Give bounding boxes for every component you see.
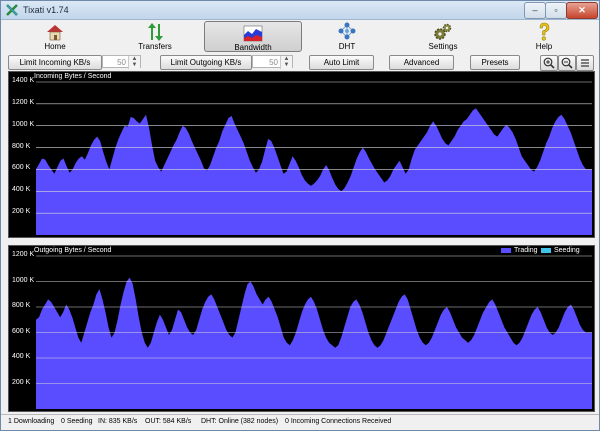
close-button[interactable]: ✕ <box>566 2 598 19</box>
incoming-y-tick-label: 600 K <box>12 164 31 172</box>
spinner-arrows-icon[interactable]: ▲ ▼ <box>280 56 292 69</box>
outgoing-y-tick-label: 400 K <box>12 353 31 360</box>
toolbar-label-home: Home <box>44 42 66 51</box>
status-seeding: 0 Seeding <box>61 418 93 425</box>
legend-seeding-label: Seeding <box>554 247 580 254</box>
limit-incoming-value: 50 <box>117 58 126 67</box>
zoom-in-icon <box>543 57 555 69</box>
toolbar-transfers-button[interactable]: Transfers <box>107 21 203 52</box>
presets-button[interactable]: Presets <box>470 55 520 70</box>
outgoing-graph-title: Outgoing Bytes / Second <box>34 247 112 254</box>
incoming-bandwidth-graph: Incoming Bytes / Second 200 K 400 K 600 K 8… <box>8 71 595 238</box>
outgoing-y-tick-label: 800 K <box>12 302 31 309</box>
incoming-y-tick-label: 1200 K <box>12 98 35 106</box>
status-downloading: 1 Downloading <box>8 418 55 425</box>
toolbar-dht-button[interactable]: DHT <box>299 21 395 52</box>
limit-incoming-spinner[interactable]: 50 ▲ ▼ <box>102 55 141 69</box>
zoom-in-button[interactable] <box>540 55 558 71</box>
toolbar-bandwidth-button[interactable]: Bandwidth <box>204 21 302 52</box>
toolbar-help-button[interactable]: Help <box>496 21 592 52</box>
maximize-button[interactable]: ▫ <box>545 2 567 19</box>
toolbar-label-dht: DHT <box>338 42 356 51</box>
outgoing-area-series <box>36 277 592 409</box>
home-icon <box>47 25 63 41</box>
spinner-arrows-icon[interactable]: ▲ ▼ <box>128 56 140 69</box>
transfers-arrows-icon <box>148 23 163 41</box>
app-window: Tixati v1.74 – ▫ ✕ Home Transfers Bandwi… <box>0 0 600 431</box>
limit-outgoing-button[interactable]: Limit Outgoing KB/s <box>160 55 252 70</box>
incoming-y-tick-label: 400 K <box>12 186 31 194</box>
bandwidth-controls: Limit Incoming KB/s 50 ▲ ▼ Limit Outgoing… <box>1 54 599 71</box>
status-outgoing-rate: OUT: 584 KB/s <box>145 418 192 425</box>
outgoing-bandwidth-graph: Outgoing Bytes / Second 200 K 400 K 600 K 8… <box>8 245 595 412</box>
gears-icon <box>434 23 452 40</box>
legend-trading: Trading <box>501 247 537 254</box>
outgoing-y-tick-label: 1200 K <box>12 251 35 258</box>
bandwidth-graph-icon <box>243 25 263 42</box>
question-mark-icon <box>539 22 550 41</box>
incoming-y-tick-label: 1400 K <box>12 77 35 84</box>
legend-seeding-swatch <box>541 247 551 253</box>
incoming-area-series <box>36 108 592 235</box>
zoom-out-button[interactable] <box>558 55 576 71</box>
list-view-button[interactable] <box>576 55 594 71</box>
list-view-icon <box>581 59 589 67</box>
incoming-y-tick-label: 800 K <box>12 142 31 150</box>
incoming-y-tick-label: 1000 K <box>12 120 35 128</box>
tixati-logo-icon <box>6 4 18 16</box>
dht-network-icon <box>338 22 356 40</box>
auto-limit-button[interactable]: Auto Limit <box>309 55 374 70</box>
incoming-chart-svg <box>36 81 592 235</box>
status-bar: 1 Downloading 0 Seeding IN: 835 KB/s OUT… <box>1 414 599 430</box>
main-toolbar: Home Transfers Bandwidth DHT Settings He… <box>1 20 599 54</box>
limit-outgoing-value: 50 <box>269 58 278 67</box>
legend-seeding: Seeding <box>541 247 580 254</box>
legend-trading-swatch <box>501 247 511 253</box>
incoming-graph-title: Incoming Bytes / Second <box>34 73 112 80</box>
outgoing-y-tick-label: 200 K <box>12 378 31 386</box>
toolbar-label-transfers: Transfers <box>138 42 172 51</box>
toolbar-settings-button[interactable]: Settings <box>395 21 491 52</box>
toolbar-home-button[interactable]: Home <box>7 21 103 52</box>
incoming-y-tick-label: 200 K <box>12 208 31 216</box>
zoom-out-icon <box>561 57 573 69</box>
limit-outgoing-spinner[interactable]: 50 ▲ ▼ <box>252 55 293 69</box>
status-incoming-connections: 0 Incoming Connections Received <box>285 418 392 425</box>
title-bar[interactable]: Tixati v1.74 – ▫ ✕ <box>1 1 599 20</box>
outgoing-y-tick-label: 600 K <box>12 327 31 335</box>
minimize-button[interactable]: – <box>524 2 546 19</box>
toolbar-label-bandwidth: Bandwidth <box>234 43 272 52</box>
outgoing-chart-svg <box>36 255 592 409</box>
toolbar-label-help: Help <box>535 42 553 51</box>
status-dht: DHT: Online (382 nodes) <box>201 418 279 425</box>
outgoing-y-tick-label: 1000 K <box>12 276 35 284</box>
limit-incoming-button[interactable]: Limit Incoming KB/s <box>8 55 102 70</box>
advanced-button[interactable]: Advanced <box>389 55 454 70</box>
window-title: Tixati v1.74 <box>23 5 69 15</box>
status-incoming-rate: IN: 835 KB/s <box>98 418 138 425</box>
legend-trading-label: Trading <box>514 247 538 254</box>
toolbar-label-settings: Settings <box>428 42 458 51</box>
